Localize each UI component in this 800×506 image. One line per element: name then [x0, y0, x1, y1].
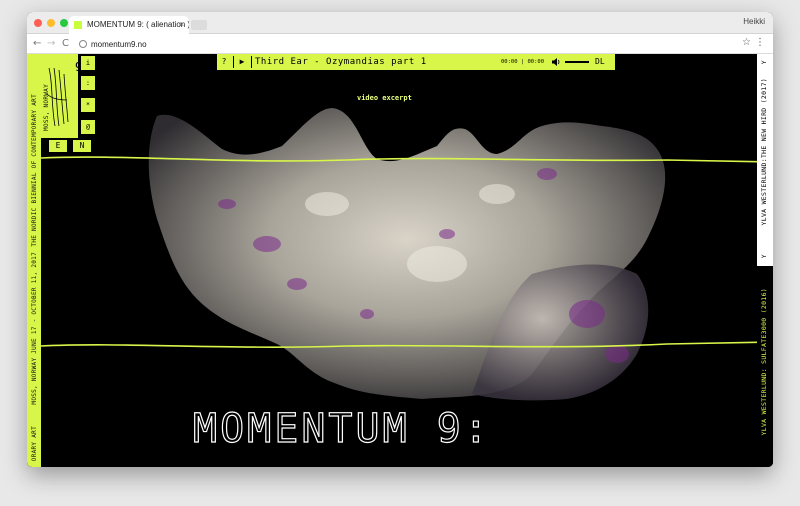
help-button[interactable]: ? — [217, 54, 231, 70]
download-button[interactable]: DL — [595, 54, 605, 70]
page-headline: MOMENTUM 9: — [192, 405, 491, 452]
menu-program-button[interactable]: : — [81, 76, 95, 90]
browser-menu-icon[interactable]: ⋮ — [755, 37, 765, 48]
audio-player: ? ▶ Third Ear - Ozymandias part 1 00:00 … — [217, 54, 615, 70]
play-icon[interactable]: ▶ — [235, 54, 249, 70]
url-text: momentum9.no — [91, 40, 147, 49]
left-info-strip: ORARY ART MOSS, NORWAY JUNE 17 - OCTOBER… — [27, 54, 41, 467]
artwork-title-top[interactable]: YLVA WESTERLUND:THE NEW HIRD (2017) — [760, 78, 768, 225]
tab-title: MOMENTUM 9: ( alienation ) — [87, 20, 189, 29]
player-divider — [233, 56, 234, 68]
browser-toolbar: ← → C momentum9.no ☆ ⋮ — [27, 34, 773, 54]
favicon-icon — [74, 21, 82, 29]
browser-window: MOMENTUM 9: ( alienation ) × Heikki ← → … — [27, 12, 773, 467]
strip-text-end: ORARY ART — [31, 426, 38, 462]
back-arrow-icon[interactable]: ← — [33, 37, 41, 51]
tab-close-icon[interactable]: × — [179, 16, 184, 34]
track-time: 00:00 | 00:00 — [501, 59, 545, 65]
browser-tab[interactable]: MOMENTUM 9: ( alienation ) × — [69, 16, 189, 34]
page-viewport: video excerpt MOMENTUM 9: ORARY ART MOSS… — [27, 54, 773, 467]
close-window-button[interactable] — [34, 19, 42, 27]
strip-text-title: THE NORDIC BIENNIAL OF CONTEMPORARY ART — [31, 94, 38, 247]
language-e-button[interactable]: E — [49, 140, 67, 152]
title-bar: MOMENTUM 9: ( alienation ) × Heikki — [27, 12, 773, 34]
forward-arrow-icon[interactable]: → — [47, 37, 55, 51]
bookmark-star-icon[interactable]: ☆ — [742, 37, 751, 48]
maximize-window-button[interactable] — [60, 19, 68, 27]
info-icon[interactable] — [79, 40, 87, 48]
video-caption: video excerpt — [357, 94, 412, 102]
player-divider — [251, 56, 252, 68]
artwork-title-bottom[interactable]: YLVA WESTERLUND: SULFATE3000 (2016) — [760, 288, 768, 435]
language-n-button[interactable]: N — [73, 140, 91, 152]
right-panel-initial-top: Y — [760, 60, 768, 65]
logo-location: MOSS, NORWAY — [43, 84, 50, 131]
menu-contact-button[interactable]: @ — [81, 120, 95, 134]
address-bar[interactable]: momentum9.no — [79, 38, 739, 51]
new-tab-button[interactable] — [191, 20, 207, 30]
track-title: Third Ear - Ozymandias part 1 — [255, 57, 427, 67]
reload-icon[interactable]: C — [62, 37, 69, 51]
minimize-window-button[interactable] — [47, 19, 55, 27]
strip-text-dates: MOSS, NORWAY JUNE 17 - OCTOBER 11, 2017 — [31, 252, 38, 405]
menu-artists-button[interactable]: * — [81, 98, 95, 112]
menu-info-button[interactable]: i — [81, 56, 95, 70]
right-panel-initial-mid: Y — [760, 254, 768, 259]
volume-slider[interactable] — [565, 61, 589, 63]
volume-icon[interactable] — [551, 57, 561, 67]
profile-name[interactable]: Heikki — [743, 17, 765, 26]
